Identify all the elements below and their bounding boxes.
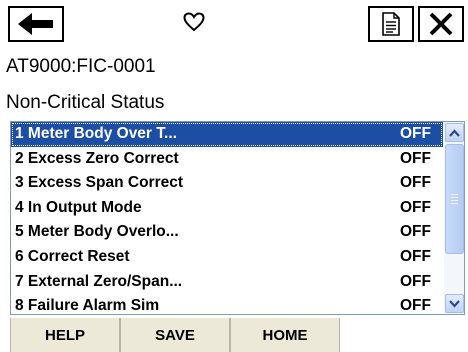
chevron-up-icon: [449, 128, 460, 137]
heart-outline-icon[interactable]: [180, 8, 208, 36]
status-value: OFF: [400, 247, 431, 265]
document-button[interactable]: [368, 6, 414, 42]
help-button[interactable]: HELP: [10, 318, 120, 352]
save-button[interactable]: SAVE: [120, 318, 230, 352]
status-value: OFF: [400, 125, 431, 142]
list-item[interactable]: 6 Correct Reset OFF: [11, 245, 443, 270]
scroll-up-button[interactable]: [445, 123, 464, 142]
grip-line: [451, 203, 458, 204]
chevron-down-icon: [449, 299, 460, 308]
close-icon: [429, 12, 453, 36]
status-value: OFF: [400, 149, 431, 167]
list-item[interactable]: 7 External Zero/Span... OFF: [11, 270, 443, 295]
page-title: Non-Critical Status: [6, 92, 165, 113]
status-label: 5 Meter Body Overlo...: [15, 223, 179, 241]
list-item[interactable]: 4 In Output Mode OFF: [11, 196, 443, 221]
home-button[interactable]: HOME: [230, 318, 340, 352]
list-item[interactable]: 5 Meter Body Overlo... OFF: [11, 220, 443, 245]
scrollbar-thumb[interactable]: [445, 144, 464, 254]
device-tag-label: AT9000:FIC-0001: [6, 56, 156, 77]
scroll-down-button[interactable]: [445, 294, 464, 313]
left-arrow-icon: [18, 13, 53, 35]
close-button[interactable]: [418, 6, 464, 42]
back-button[interactable]: [8, 6, 64, 42]
list-item[interactable]: 3 Excess Span Correct OFF: [11, 171, 443, 196]
status-label: 6 Correct Reset: [15, 247, 130, 265]
vertical-scrollbar[interactable]: [444, 122, 464, 314]
device-status-screen: AT9000:FIC-0001 Non-Critical Status 1 Me…: [0, 0, 468, 352]
status-list-rows: 1 Meter Body Over T... OFF 2 Excess Zero…: [11, 122, 443, 314]
status-label: 2 Excess Zero Correct: [15, 149, 179, 167]
status-value: OFF: [400, 223, 431, 241]
bottom-button-bar: HELP SAVE HOME: [0, 318, 468, 352]
grip-line: [451, 194, 458, 195]
document-icon: [382, 12, 400, 36]
status-value: OFF: [400, 198, 431, 216]
status-label: 7 External Zero/Span...: [15, 272, 183, 290]
status-value: OFF: [400, 297, 431, 314]
grip-line: [451, 200, 458, 201]
status-label: 3 Excess Span Correct: [15, 174, 184, 192]
status-label: 1 Meter Body Over T...: [15, 125, 177, 142]
list-item[interactable]: 1 Meter Body Over T... OFF: [11, 122, 443, 147]
status-value: OFF: [400, 174, 431, 192]
list-item[interactable]: 8 Failure Alarm Sim OFF: [11, 294, 443, 314]
status-value: OFF: [400, 272, 431, 290]
status-label: 8 Failure Alarm Sim: [15, 297, 160, 314]
status-list[interactable]: 1 Meter Body Over T... OFF 2 Excess Zero…: [10, 121, 465, 315]
status-label: 4 In Output Mode: [15, 198, 142, 216]
list-item[interactable]: 2 Excess Zero Correct OFF: [11, 147, 443, 172]
grip-line: [451, 197, 458, 198]
top-toolbar: [0, 0, 468, 48]
